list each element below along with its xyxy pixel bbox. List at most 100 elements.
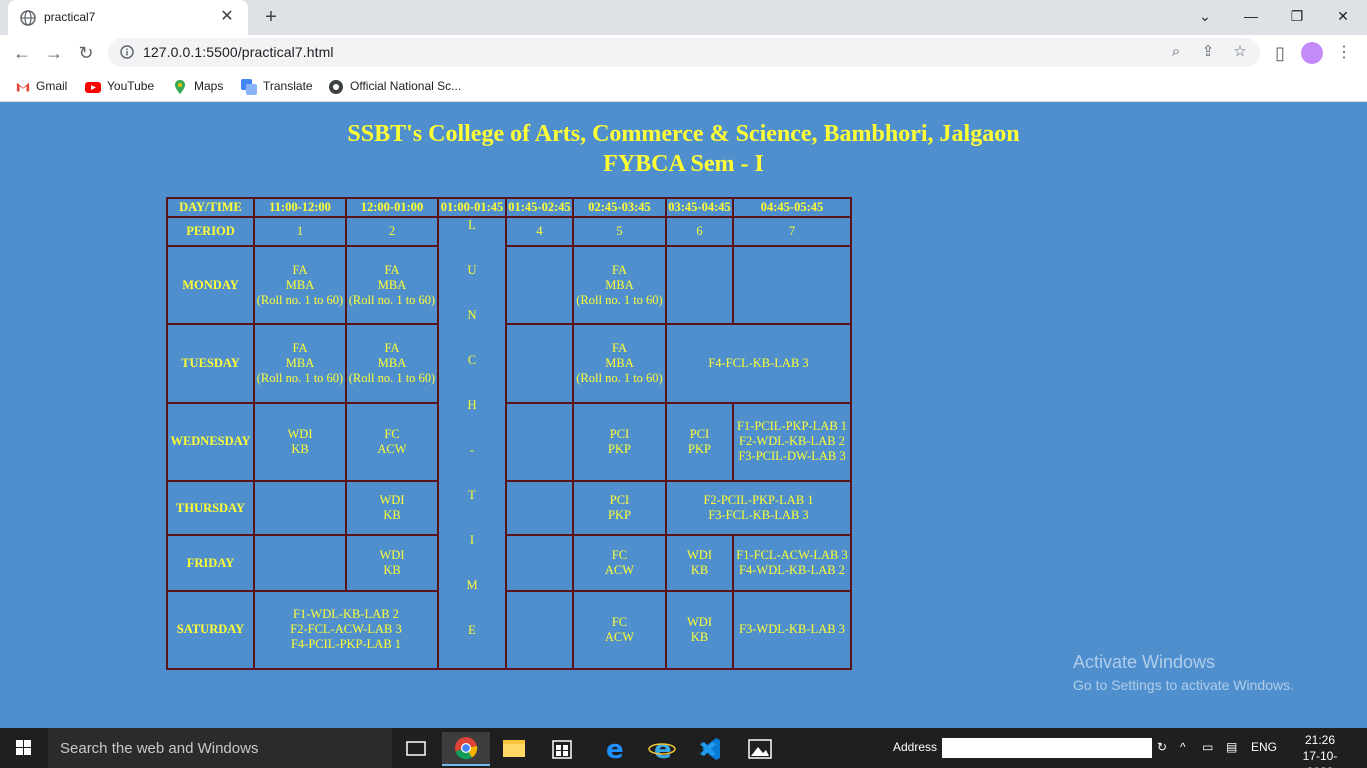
taskbar-search[interactable]: Search the web and Windows [48,728,392,768]
browser-tab[interactable]: practical7 ✕ [8,0,248,35]
bookmark-translate[interactable]: Translate [241,77,313,95]
day-row-tuesday: TUESDAY FA MBA (Roll no. 1 to 60) FA MBA… [166,323,852,404]
profile-avatar[interactable] [1301,42,1323,64]
reload-icon[interactable]: ↻ [72,39,100,67]
cell-line: F2-FCL-ACW-LAB 3 [290,622,402,637]
cell-line: MBA [605,277,634,292]
globe-icon [20,10,36,26]
class-cell: PCI PKP [665,401,734,483]
edge-icon[interactable]: e [590,732,638,766]
back-icon[interactable]: ← [8,39,36,67]
cell-line: (Roll no. 1 to 60) [348,371,436,386]
vscode-icon[interactable] [686,732,734,766]
photos-icon[interactable] [736,732,784,766]
cell-line: F2-PCIL-PKP-LAB 1 [703,493,814,508]
class-cell: PCI PKP [572,480,667,537]
lab-cell: F1-PCIL-PKP-LAB 1 F2-WDL-KB-LAB 2 F3-PCI… [732,401,852,483]
minimize-icon[interactable]: — [1228,0,1274,32]
cell-line: F1-WDL-KB-LAB 2 [293,607,399,622]
cell-line: ACW [604,563,635,577]
lunch-time-cell: L U N C H - T I M E [437,216,507,670]
lunch-letter: U [467,263,477,277]
header-cell: 12:00-01:00 [345,197,439,218]
browser-toolbar: ← → ↻ 127.0.0.1:5500/practical7.html ⌕ ⇪… [0,35,1367,71]
tab-search-chevron-icon[interactable]: ⌄ [1182,0,1228,32]
address-dropdown-icon[interactable]: ⌄ [1138,739,1148,753]
header-cell: DAY/TIME [166,197,255,218]
page-title: SSBT's College of Arts, Commerce & Scien… [347,121,1020,147]
network-icon[interactable]: ▭ [1202,740,1213,754]
address-label: Address [893,740,938,754]
cell-line: F2-WDL-KB-LAB 2 [739,434,845,449]
refresh-icon[interactable]: ↻ [1157,740,1167,754]
notification-icon[interactable]: ▤ [1226,740,1237,754]
class-cell: PCI PKP [572,401,667,483]
more-menu-icon[interactable]: ⋮ [1334,41,1354,65]
info-icon[interactable] [120,45,134,59]
class-cell: WDI KB [253,401,347,483]
header-cell: 11:00-12:00 [253,197,347,218]
share-icon[interactable]: ⇪ [1198,42,1218,62]
restore-icon[interactable]: ❐ [1274,0,1320,32]
class-cell: FC ACW [345,401,439,483]
new-tab-icon[interactable]: + [258,4,284,30]
cell-line: FC [611,548,628,562]
period-cell: 5 [572,215,667,248]
cell-line: ACW [377,441,407,456]
cell-line: (Roll no. 1 to 60) [576,292,663,307]
store-icon[interactable] [538,732,586,766]
cell-line: (Roll no. 1 to 60) [348,292,436,307]
lunch-letter: I [469,533,475,547]
bookmark-youtube[interactable]: YouTube [85,77,154,95]
period-cell: 1 [253,215,347,248]
period-cell: 2 [345,215,439,248]
cell-line: PCI [689,426,710,441]
bookmark-maps[interactable]: Maps [172,77,223,95]
zoom-icon[interactable]: ⌕ [1166,42,1186,62]
cell-line: MBA [377,356,407,371]
bookmark-star-icon[interactable]: ☆ [1230,42,1250,62]
lunch-letter: N [467,308,477,322]
cell-line: MBA [285,277,315,292]
forward-icon[interactable]: → [40,39,68,67]
taskbar-address-input[interactable] [942,738,1152,758]
day-label: SATURDAY [166,589,255,671]
tab-title: practical7 [44,10,96,24]
clock[interactable]: 21:26 17-10-2022 [1290,732,1350,768]
svg-text:e: e [654,735,672,765]
cell-line: F1-PCIL-PKP-LAB 1 [736,419,848,434]
cell-line: ACW [604,629,635,644]
class-cell: WDI KB [345,534,439,592]
cell-line: FC [611,614,628,629]
header-cell: 03:45-04:45 [665,197,734,218]
internet-explorer-icon[interactable]: e [638,732,686,766]
cell-line: FA [611,341,628,356]
tray-chevron-icon[interactable]: ^ [1180,740,1186,754]
bookmark-official-national[interactable]: Official National Sc... [328,77,461,95]
cell-line: PKP [688,441,711,456]
header-row: DAY/TIME 11:00-12:00 12:00-01:00 01:00-0… [166,197,852,218]
cell-line: MBA [285,356,315,371]
close-tab-icon[interactable]: ✕ [216,6,238,28]
close-window-icon[interactable]: ✕ [1320,0,1366,32]
empty-cell [253,480,347,537]
class-cell: FA MBA (Roll no. 1 to 60) [572,323,667,404]
task-view-icon[interactable] [392,732,440,766]
bookmark-gmail[interactable]: Gmail [16,77,67,95]
address-bar[interactable]: 127.0.0.1:5500/practical7.html ⌕ ⇪ ☆ [108,38,1260,67]
cell-line: F4-WDL-KB-LAB 2 [739,563,845,577]
gmail-icon [16,82,30,92]
cell-line: FA [384,262,400,277]
lab-cell: F3-WDL-KB-LAB 3 [732,589,852,671]
language-indicator[interactable]: ENG [1251,740,1277,754]
clock-time: 21:26 [1304,733,1336,747]
file-explorer-icon[interactable] [490,732,538,766]
chrome-icon[interactable] [442,732,490,766]
class-cell: WDI KB [345,480,439,537]
youtube-icon [85,81,101,93]
lunch-letter: C [467,353,477,367]
windows-start-icon[interactable] [0,728,48,768]
side-panel-icon[interactable]: ▯ [1266,39,1294,67]
bookmark-label: YouTube [107,79,155,93]
day-label: MONDAY [166,245,255,326]
